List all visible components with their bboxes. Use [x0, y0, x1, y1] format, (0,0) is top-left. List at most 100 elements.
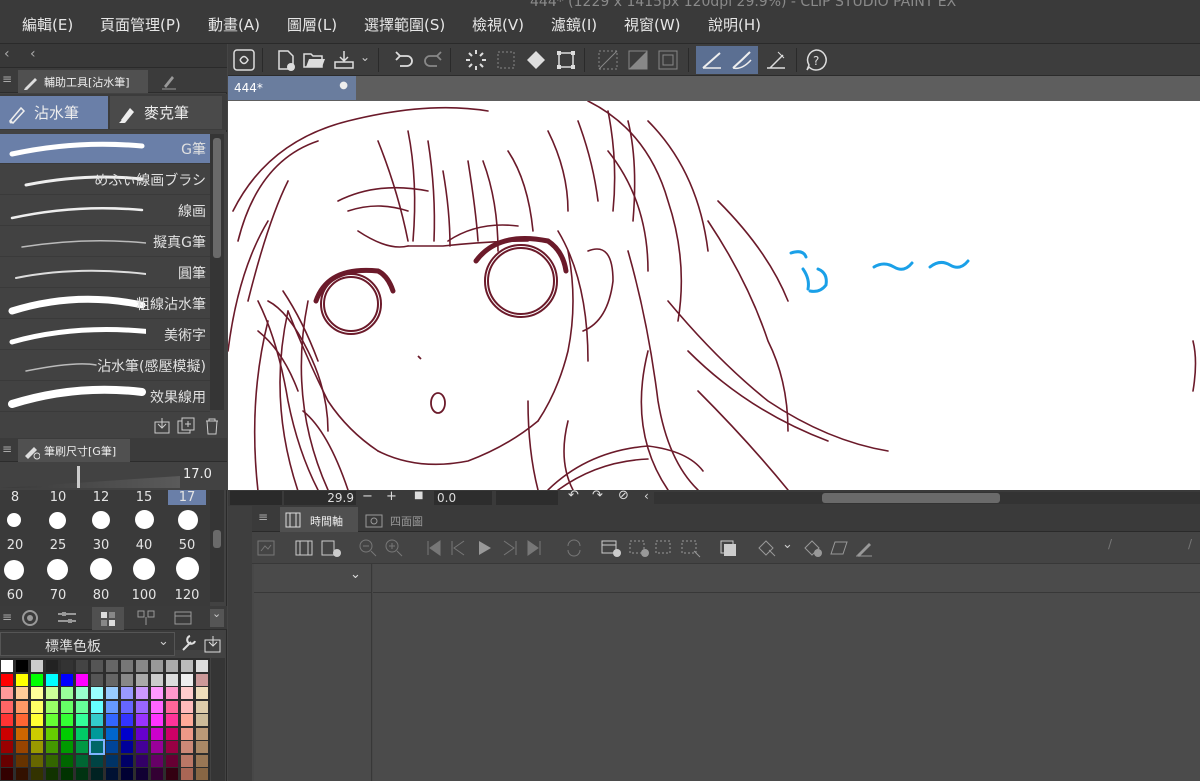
color-swatch[interactable] [1, 714, 13, 726]
menu-filter[interactable]: 濾鏡(I) [551, 14, 597, 35]
chevron-down-icon[interactable]: ⌄ [782, 537, 793, 552]
reset-zoom-button[interactable]: ■ [414, 490, 423, 501]
color-swatch[interactable] [16, 741, 28, 753]
color-swatch[interactable] [16, 727, 28, 740]
color-swatch[interactable] [136, 687, 148, 699]
color-swatch[interactable] [166, 727, 178, 740]
color-swatch[interactable] [121, 660, 133, 672]
color-swatch[interactable] [181, 754, 193, 767]
color-swatch[interactable] [1, 741, 13, 753]
color-swatch[interactable] [1, 687, 13, 699]
color-swatch[interactable] [136, 700, 148, 713]
color-swatch[interactable] [121, 754, 133, 767]
color-swatch[interactable] [181, 673, 193, 686]
pen-tool-icon[interactable] [854, 538, 874, 558]
list-item-brush[interactable]: 擬真G筆 [0, 227, 210, 257]
color-swatch[interactable] [136, 727, 148, 740]
color-set-dropdown[interactable]: 標準色板 ⌄ [0, 632, 175, 656]
color-swatch[interactable] [151, 768, 163, 780]
onion-skin-icon[interactable] [718, 538, 738, 558]
color-swatch[interactable] [151, 727, 163, 740]
collapse-left-icon[interactable]: ‹ [4, 46, 10, 62]
color-swatch[interactable] [61, 727, 73, 740]
color-swatch[interactable] [61, 768, 73, 780]
rotate-right-icon[interactable]: ↷ [592, 488, 603, 503]
color-swatch[interactable] [31, 673, 43, 686]
zoom-out-button[interactable]: − [362, 489, 373, 504]
color-swatch[interactable] [16, 687, 28, 699]
color-swatch[interactable] [181, 700, 193, 713]
clear-layer-icon[interactable] [656, 48, 680, 72]
color-swatch[interactable] [91, 727, 103, 740]
menu-animation[interactable]: 動畫(A) [208, 14, 260, 35]
snap-to-ruler-icon[interactable] [700, 48, 724, 72]
color-swatch[interactable] [106, 727, 118, 740]
color-swatch[interactable] [76, 714, 88, 726]
timeline-frames[interactable] [373, 564, 1200, 781]
size-slider-handle[interactable] [77, 466, 80, 488]
drawing-canvas[interactable] [228, 101, 1200, 490]
rename-cel-icon[interactable] [654, 538, 676, 558]
color-swatch[interactable] [76, 673, 88, 686]
color-swatch[interactable] [166, 768, 178, 780]
size-slider-track[interactable] [0, 476, 180, 488]
color-swatch[interactable] [46, 754, 58, 767]
color-swatch[interactable] [121, 741, 133, 753]
list-item-brush[interactable]: 美術字 [0, 320, 210, 350]
brush-size-value[interactable]: 17.0 [183, 467, 212, 482]
zoom-in-timeline-icon[interactable] [384, 538, 404, 558]
color-swatch[interactable] [121, 687, 133, 699]
color-swatch[interactable] [121, 727, 133, 740]
color-swatch[interactable] [166, 754, 178, 767]
import-icon[interactable] [152, 416, 172, 436]
list-item-brush[interactable]: 粗線沾水筆 [0, 289, 210, 319]
panel-menu-icon[interactable]: ≡ [258, 510, 268, 524]
color-swatch[interactable] [46, 714, 58, 726]
color-swatch[interactable] [31, 660, 43, 672]
color-swatch[interactable] [136, 768, 148, 780]
color-swatch[interactable] [106, 741, 118, 753]
color-swatch[interactable] [166, 700, 178, 713]
menu-edit[interactable]: 編輯(E) [22, 14, 73, 35]
color-swatch[interactable] [1, 700, 13, 713]
subtool-tab[interactable]: 輔助工具[沾水筆] [18, 70, 148, 93]
color-swatch[interactable] [1, 754, 13, 767]
color-slider-tab-icon[interactable] [56, 609, 78, 627]
color-palette-grid[interactable] [0, 658, 210, 781]
color-swatch[interactable] [61, 660, 73, 672]
brush-list-scrollbar[interactable] [210, 134, 224, 410]
color-swatch[interactable] [196, 660, 208, 672]
color-swatch[interactable] [196, 768, 208, 780]
color-swatch[interactable] [1, 768, 13, 780]
color-swatch[interactable] [121, 700, 133, 713]
list-item-brush[interactable]: 沾水筆(感壓模擬) [0, 351, 210, 381]
color-wheel-tab-icon[interactable] [20, 609, 40, 627]
color-swatch[interactable] [31, 687, 43, 699]
color-swatch[interactable] [76, 768, 88, 780]
new-file-icon[interactable] [274, 48, 298, 72]
color-swatch[interactable] [106, 768, 118, 780]
color-swatch[interactable] [196, 714, 208, 726]
color-swatch[interactable] [106, 673, 118, 686]
flip-horizontal-icon[interactable]: ‹ [644, 489, 649, 503]
color-swatch[interactable] [91, 673, 103, 686]
rotate-left-icon[interactable]: ↶ [568, 488, 579, 503]
color-swatch[interactable] [46, 741, 58, 753]
color-swatch[interactable] [181, 687, 193, 699]
color-swatch[interactable] [46, 687, 58, 699]
color-swatch[interactable] [181, 768, 193, 780]
panel-expand-button[interactable]: ⌄ [210, 607, 224, 627]
color-swatch[interactable] [151, 714, 163, 726]
document-tab[interactable]: 444* ● [228, 76, 356, 100]
tab-dip-pen[interactable]: 沾水筆 [0, 96, 108, 129]
trash-icon[interactable] [202, 416, 222, 436]
color-swatch[interactable] [166, 673, 178, 686]
color-swatch[interactable] [31, 727, 43, 740]
color-swatch[interactable] [181, 714, 193, 726]
color-swatch[interactable] [91, 714, 103, 726]
wrench-icon[interactable] [178, 632, 200, 654]
color-swatch[interactable] [136, 673, 148, 686]
help-icon[interactable]: ? [804, 48, 828, 72]
color-swatch[interactable] [16, 768, 28, 780]
color-swatch[interactable] [151, 673, 163, 686]
